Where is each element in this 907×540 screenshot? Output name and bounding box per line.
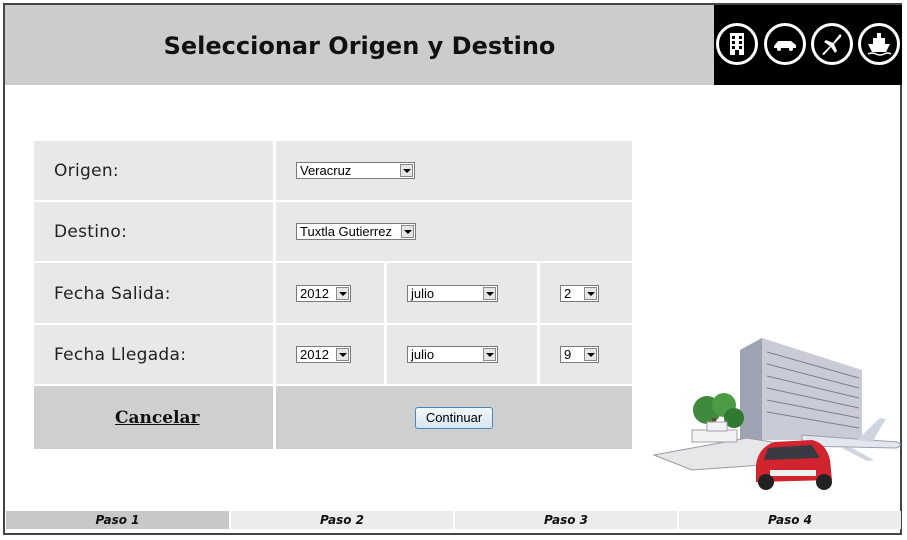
- fecha-llegada-year-value: 2012: [300, 347, 329, 362]
- chevron-down-icon: [483, 348, 496, 361]
- step-4: Paso 4: [679, 511, 901, 529]
- origen-select-value: Veracruz: [300, 163, 352, 178]
- fecha-salida-year-cell: 2012: [276, 263, 384, 323]
- fecha-salida-label-cell: Fecha Salida:: [34, 263, 273, 323]
- origen-value-cell: Veracruz: [276, 141, 632, 200]
- fecha-llegada-year-select[interactable]: 2012: [296, 346, 351, 363]
- hotel-icon: [716, 23, 758, 65]
- fecha-llegada-month-cell: julio: [387, 325, 537, 384]
- chevron-down-icon: [400, 164, 413, 177]
- fecha-salida-day-cell: 2: [540, 263, 632, 323]
- chevron-down-icon: [336, 348, 349, 361]
- destino-value-cell: Tuxtla Gutierrez: [276, 202, 632, 261]
- fecha-salida-month-select[interactable]: julio: [407, 285, 498, 302]
- origen-label-cell: Origen:: [34, 141, 273, 200]
- chevron-down-icon: [336, 287, 349, 300]
- ship-icon: [858, 23, 900, 65]
- destino-label-cell: Destino:: [34, 202, 273, 261]
- chevron-down-icon: [483, 287, 496, 300]
- fecha-salida-month-value: julio: [411, 286, 435, 301]
- chevron-down-icon: [401, 225, 414, 238]
- fecha-salida-year-value: 2012: [300, 286, 329, 301]
- fecha-llegada-day-cell: 9: [540, 325, 632, 384]
- step-1: Paso 1: [6, 511, 229, 529]
- origen-label: Origen:: [54, 161, 119, 181]
- fecha-llegada-month-value: julio: [411, 347, 435, 362]
- fecha-llegada-day-value: 9: [564, 347, 572, 362]
- travel-illustration: [652, 330, 902, 495]
- fecha-salida-year-select[interactable]: 2012: [296, 285, 351, 302]
- step-3: Paso 3: [455, 511, 677, 529]
- fecha-llegada-label-cell: Fecha Llegada:: [34, 325, 273, 384]
- cancel-cell: Cancelar: [34, 386, 273, 449]
- airplane-icon: [811, 23, 853, 65]
- fecha-salida-month-cell: julio: [387, 263, 537, 323]
- origen-select[interactable]: Veracruz: [296, 162, 415, 179]
- fecha-salida-day-select[interactable]: 2: [560, 285, 599, 302]
- step-2: Paso 2: [231, 511, 453, 529]
- fecha-llegada-month-select[interactable]: julio: [407, 346, 498, 363]
- chevron-down-icon: [584, 287, 597, 300]
- destino-label: Destino:: [54, 222, 128, 242]
- fecha-llegada-day-select[interactable]: 9: [560, 346, 599, 363]
- chevron-down-icon: [584, 348, 597, 361]
- destino-select-value: Tuxtla Gutierrez: [300, 224, 392, 239]
- destino-select[interactable]: Tuxtla Gutierrez: [296, 223, 416, 240]
- page-title: Seleccionar Origen y Destino: [163, 32, 556, 60]
- fecha-llegada-year-cell: 2012: [276, 325, 384, 384]
- cancel-link[interactable]: Cancelar: [115, 408, 200, 428]
- travel-icons-strip: [714, 5, 902, 85]
- continue-button[interactable]: Continuar: [415, 407, 493, 429]
- fecha-salida-day-value: 2: [564, 286, 572, 301]
- header-bar: Seleccionar Origen y Destino: [5, 5, 714, 85]
- fecha-salida-label: Fecha Salida:: [54, 284, 171, 304]
- car-icon: [764, 23, 806, 65]
- fecha-llegada-label: Fecha Llegada:: [54, 345, 187, 365]
